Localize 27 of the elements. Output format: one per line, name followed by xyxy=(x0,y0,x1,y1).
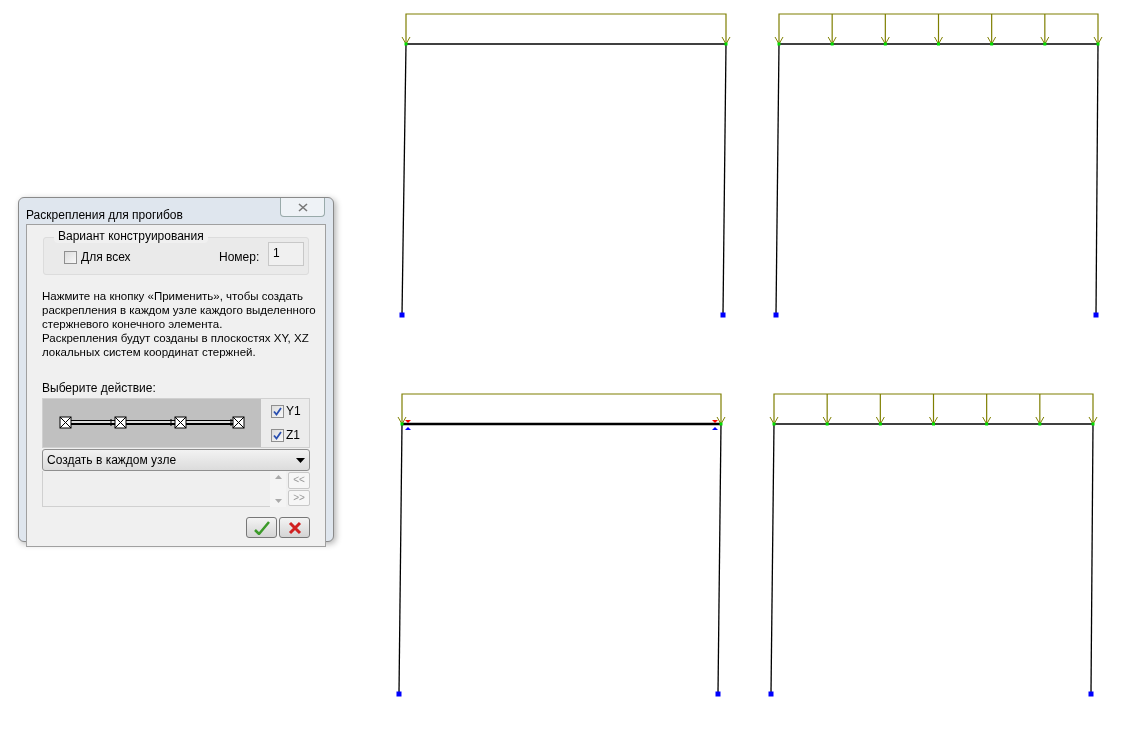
instruction-text: Нажмите на кнопку «Применить», чтобы создать раскрепления в каждом узле каждого выделенного стержневого конечного элемента. xyxy=(42,289,317,331)
dropdown-value: Создать в каждом узле xyxy=(47,452,177,469)
number-field[interactable]: 1 xyxy=(268,242,304,266)
checkbox-label: Z1 xyxy=(286,427,300,444)
checkbox[interactable] xyxy=(271,428,284,442)
restraint-marker xyxy=(712,420,718,430)
action-dropdown[interactable]: Создать в каждом узле xyxy=(42,449,310,471)
checkbox-label: Для всех xyxy=(81,249,131,266)
scroll-down-icon[interactable] xyxy=(274,499,282,503)
close-button[interactable] xyxy=(280,198,325,217)
cancel-button[interactable] xyxy=(279,517,310,538)
instruction-text: Раскрепления будут созданы в плоскостях XY, XZ локальных систем координат стержней. xyxy=(42,331,310,359)
group-title: Вариант конструирования xyxy=(54,229,208,243)
checkbox[interactable] xyxy=(64,250,77,264)
window-title: Раскрепления для прогибов xyxy=(26,207,183,224)
close-icon xyxy=(297,202,308,212)
checkbox[interactable] xyxy=(271,404,284,418)
scrollbar[interactable] xyxy=(270,471,286,507)
scroll-up-icon[interactable] xyxy=(274,475,282,479)
apply-button[interactable] xyxy=(246,517,277,538)
action-label: Выберите действие: xyxy=(42,381,157,395)
checkmark-icon xyxy=(253,520,270,535)
close-icon xyxy=(287,520,302,535)
dropdown-caret-icon xyxy=(296,457,305,463)
number-label: Номер: xyxy=(219,249,260,266)
checkbox-label: Y1 xyxy=(286,403,301,420)
restraint-marker xyxy=(405,420,411,430)
